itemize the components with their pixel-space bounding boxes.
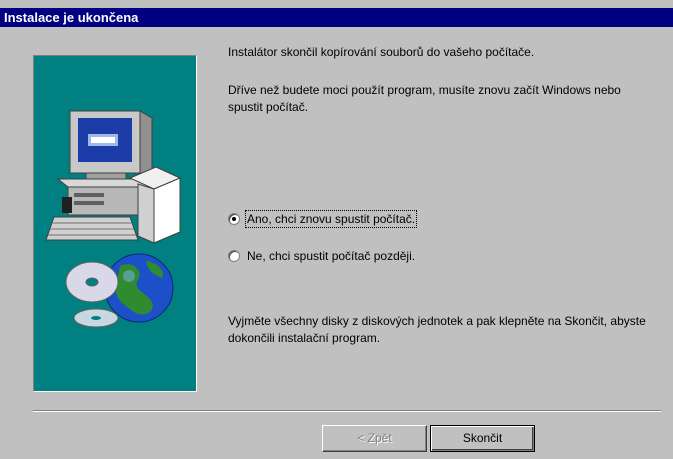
copy-complete-message: Instalátor skončil kopírování souborů do… [228, 45, 535, 59]
radio-unchecked-icon[interactable] [228, 250, 240, 262]
back-button[interactable]: < Zpět [322, 425, 427, 452]
restart-info-message: Dříve než budete moci použít program, mu… [228, 83, 621, 114]
restart-later-label[interactable]: Ne, chci spustit počítač později. [246, 248, 416, 264]
radio-checked-icon[interactable] [228, 213, 240, 225]
restart-now-option[interactable]: Ano, chci znovu spustit počítač. [228, 210, 418, 228]
side-illustration-panel [33, 55, 197, 392]
computer-globe-illustration-icon [45, 110, 182, 328]
button-separator [33, 410, 661, 412]
restart-now-label[interactable]: Ano, chci znovu spustit počítač. [244, 210, 418, 228]
setup-wizard-dialog: Instalace je ukončena Instalátor skončil… [0, 0, 673, 459]
window-title: Instalace je ukončena [0, 8, 673, 27]
finish-button[interactable]: Skončit [430, 425, 535, 452]
restart-later-option[interactable]: Ne, chci spustit počítač později. [228, 248, 416, 264]
remove-disks-message: Vyjměte všechny disky z diskových jednot… [228, 314, 646, 345]
